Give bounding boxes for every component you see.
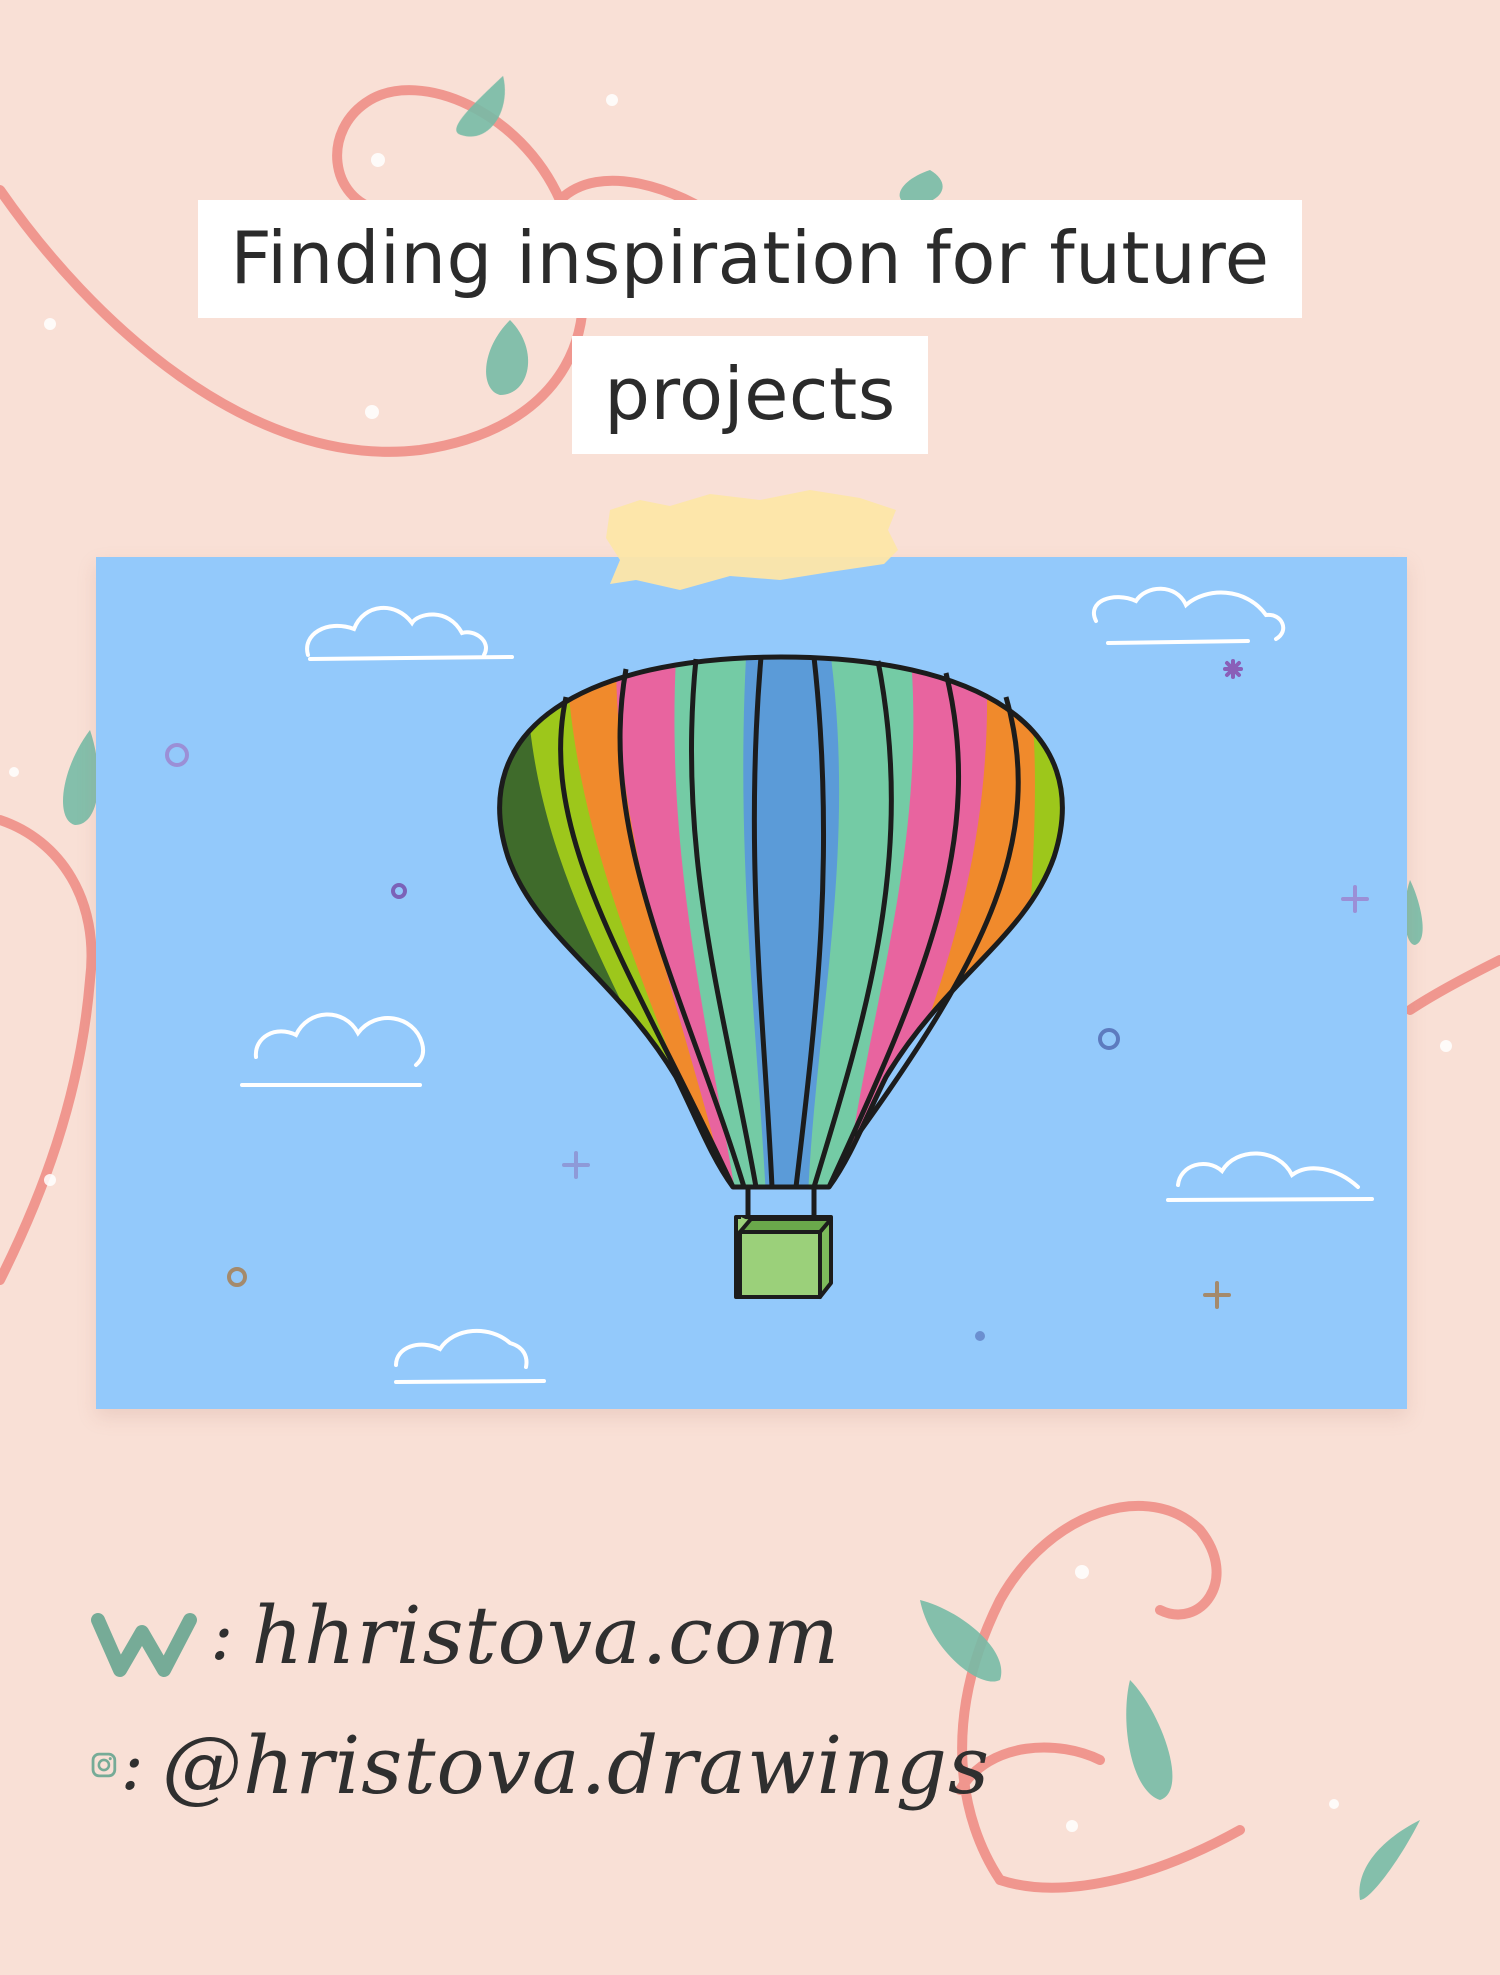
balloon-illustration <box>96 557 1407 1409</box>
cloud-icon <box>1166 1151 1374 1202</box>
title-block: Finding inspiration for future projects <box>0 200 1500 454</box>
colon-separator: : <box>120 1724 144 1806</box>
contact-info: : hhristova.com : @hristova.drawings <box>90 1570 990 1830</box>
cloud-icon <box>394 1329 546 1384</box>
page-title-line-1: Finding inspiration for future <box>198 200 1302 318</box>
colon-separator: : <box>210 1594 234 1676</box>
balloon-basket <box>734 1215 833 1299</box>
instagram-row: : @hristova.drawings <box>90 1700 990 1830</box>
cloud-icon <box>240 1012 426 1087</box>
instagram-handle-text[interactable]: @hristova.drawings <box>162 1719 990 1812</box>
w-letter-icon <box>91 1613 197 1677</box>
washi-tape <box>606 490 898 590</box>
hot-air-balloon <box>499 657 1063 1187</box>
website-text[interactable]: hhristova.com <box>252 1589 840 1682</box>
balloon-illustration-art <box>165 586 1374 1384</box>
cloud-icon <box>305 606 514 661</box>
cloud-icon <box>1092 586 1286 645</box>
website-row: : hhristova.com <box>90 1570 990 1700</box>
page-title-line-2: projects <box>572 336 928 454</box>
instagram-icon <box>91 1752 117 1778</box>
